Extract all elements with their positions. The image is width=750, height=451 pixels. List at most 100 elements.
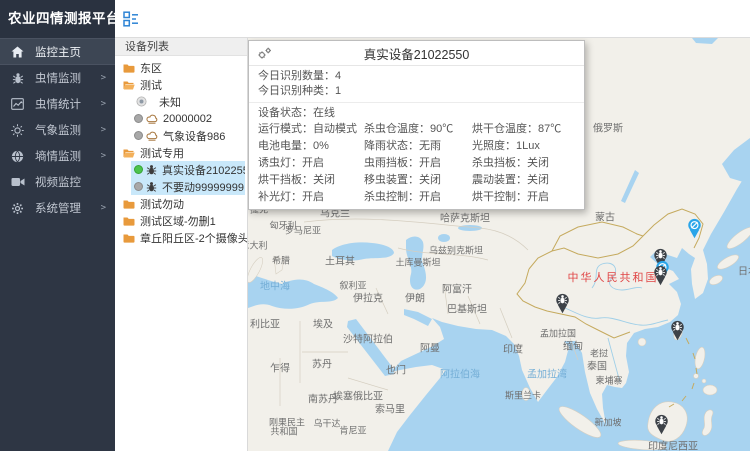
insect-device-icon: [146, 164, 157, 176]
tree-list-icon[interactable]: [123, 11, 139, 27]
tree-label: 不要动99999999: [162, 179, 244, 195]
tree-folder-east[interactable]: 东区: [115, 59, 247, 76]
sidebar-item-label: 虫情监测: [35, 70, 101, 86]
folder-closed-icon: [123, 233, 135, 243]
popup-grid-cell: 电池电量：0%: [258, 138, 364, 155]
popup-grid-cell: 震动装置：关闭: [472, 172, 575, 189]
tree-label: 东区: [140, 60, 162, 76]
popup-grid-cell: 杀虫挡板：关闭: [472, 155, 575, 172]
tree-label: 真实设备21022550: [162, 162, 245, 178]
tree-device-20000002[interactable]: 20000002: [115, 110, 247, 127]
tree-label: 20000002: [163, 113, 212, 125]
tree-label: 测试区域-勿删1: [140, 213, 216, 229]
sidebar-item-label: 视频监控: [35, 174, 106, 190]
folder-open-icon: [123, 80, 135, 90]
sidebar-item-weather-monitor[interactable]: 气象监测 >: [0, 117, 115, 143]
device-tree: 东区 测试 未知 20000002 气象设备986: [115, 56, 247, 246]
camera-icon: [10, 177, 25, 187]
folder-open-icon: [123, 148, 135, 158]
tree-device-weather-986[interactable]: 气象设备986: [115, 127, 247, 144]
device-marker-insect[interactable]: [654, 414, 669, 435]
popup-grid-row: 诱虫灯：开启 虫雨挡板：开启 杀虫挡板：关闭: [249, 155, 584, 172]
tree-device-real-21022550[interactable]: 真实设备21022550: [131, 161, 245, 178]
popup-grid-row: 烘干挡板：关闭 移虫装置：关闭 震动装置：关闭: [249, 172, 584, 189]
popup-grid-cell: 烘干仓温度：87℃: [472, 121, 575, 138]
insect-device-icon: [146, 181, 157, 193]
tree-label: 测试勿动: [140, 196, 184, 212]
stats-icon: [10, 98, 25, 110]
tree-folder-test-special[interactable]: 测试专用: [115, 144, 247, 161]
popup-detail-section: 设备状态：在线 运行模式：自动模式 杀虫仓温度：90℃ 烘干仓温度：87℃ 电池…: [249, 103, 584, 209]
folder-closed-icon: [123, 199, 135, 209]
popup-grid-cell: 运行模式：自动模式: [258, 121, 364, 138]
tree-device-unknown[interactable]: 未知: [115, 93, 247, 110]
popup-grid-cell: 杀虫仓温度：90℃: [364, 121, 472, 138]
folder-closed-icon: [123, 216, 135, 226]
sidebar-item-label: 气象监测: [35, 122, 101, 138]
popup-grid-cell: 杀虫控制：开启: [364, 189, 472, 206]
popup-grid-cell: 补光灯：开启: [258, 189, 364, 206]
tree-folder-test-region[interactable]: 测试区域-勿删1: [115, 212, 247, 229]
chevron-right-icon: >: [101, 203, 106, 213]
gear-icon: [10, 202, 25, 215]
tree-folder-zhangqiu[interactable]: 章丘阳丘区-2个摄像头: [115, 229, 247, 246]
sidebar-item-label: 虫情统计: [35, 96, 101, 112]
sidebar-item-insect-monitor[interactable]: 虫情监测 >: [0, 65, 115, 91]
sidebar-item-monitor-home[interactable]: 监控主页: [0, 38, 115, 65]
tree-label: 气象设备986: [163, 128, 225, 144]
popup-grid-cell: 光照度：1Lux: [472, 138, 575, 155]
sun-icon: [10, 124, 25, 137]
tree-folder-test-donotmove[interactable]: 测试勿动: [115, 195, 247, 212]
status-dot-online: [134, 165, 143, 174]
tree-device-donottouch[interactable]: 不要动99999999: [131, 178, 245, 195]
folder-closed-icon: [123, 63, 135, 73]
globe-icon: [10, 150, 25, 163]
settings-gears-icon[interactable]: [257, 47, 272, 60]
world-map[interactable]: 俄罗斯蒙古日本捷克乌克兰哈萨克斯坦匈牙利罗马尼亚意大利希腊土耳其乌兹别克斯坦土库…: [248, 38, 750, 451]
tree-label: 未知: [159, 94, 181, 110]
app-title: 农业四情测报平台: [0, 0, 115, 38]
popup-grid-row: 电池电量：0% 降雨状态：无雨 光照度：1Lux: [249, 138, 584, 155]
sidebar-item-label: 系统管理: [35, 200, 101, 216]
sidebar-item-label: 墒情监测: [35, 148, 101, 164]
popup-grid-cell: 诱虫灯：开启: [258, 155, 364, 172]
popup-summary-row: 今日识别数量：4: [249, 69, 584, 84]
tree-folder-test[interactable]: 测试: [115, 76, 247, 93]
popup-status-row: 设备状态：在线: [249, 106, 584, 121]
sidebar-item-insect-stats[interactable]: 虫情统计 >: [0, 91, 115, 117]
popup-title: 真实设备21022550: [249, 44, 584, 63]
popup-grid-cell: 降雨状态：无雨: [364, 138, 472, 155]
chevron-right-icon: >: [101, 151, 106, 161]
topbar: [115, 0, 750, 38]
popup-grid-row: 补光灯：开启 杀虫控制：开启 烘干控制：开启: [249, 189, 584, 206]
popup-grid-cell: 烘干挡板：关闭: [258, 172, 364, 189]
popup-grid-cell: 移虫装置：关闭: [364, 172, 472, 189]
status-dot-offline: [134, 114, 143, 123]
tree-label: 章丘阳丘区-2个摄像头: [140, 230, 247, 246]
chevron-right-icon: >: [101, 125, 106, 135]
device-marker-weather[interactable]: [687, 218, 702, 239]
popup-grid-row: 运行模式：自动模式 杀虫仓温度：90℃ 烘干仓温度：87℃: [249, 121, 584, 138]
sidebar-item-soil-monitor[interactable]: 墒情监测 >: [0, 143, 115, 169]
chevron-right-icon: >: [101, 73, 106, 83]
weather-device-icon: [146, 130, 158, 141]
device-marker-insect[interactable]: [653, 265, 668, 286]
popup-header: 真实设备21022550: [249, 41, 584, 66]
sidebar-item-system-admin[interactable]: 系统管理 >: [0, 195, 115, 221]
sidebar-item-video-monitor[interactable]: 视频监控: [0, 169, 115, 195]
tree-label: 测试专用: [140, 145, 184, 161]
device-marker-insect[interactable]: [670, 320, 685, 341]
device-panel-title: 设备列表: [115, 38, 247, 56]
status-dot-offline: [134, 131, 143, 140]
device-marker-insect[interactable]: [555, 293, 570, 314]
popup-grid-cell: 虫雨挡板：开启: [364, 155, 472, 172]
popup-summary-row: 今日识别种类：1: [249, 84, 584, 99]
unknown-marker-icon: [136, 96, 147, 107]
sidebar-menu: 监控主页 虫情监测 > 虫情统计 > 气象监测 >: [0, 38, 115, 221]
sidebar: 农业四情测报平台 监控主页 虫情监测 > 虫情统计 > 气象: [0, 0, 115, 451]
bug-icon: [10, 72, 25, 85]
weather-device-icon: [146, 113, 158, 124]
popup-summary-section: 今日识别数量：4 今日识别种类：1: [249, 66, 584, 103]
home-icon: [10, 46, 25, 58]
status-dot-offline: [134, 182, 143, 191]
